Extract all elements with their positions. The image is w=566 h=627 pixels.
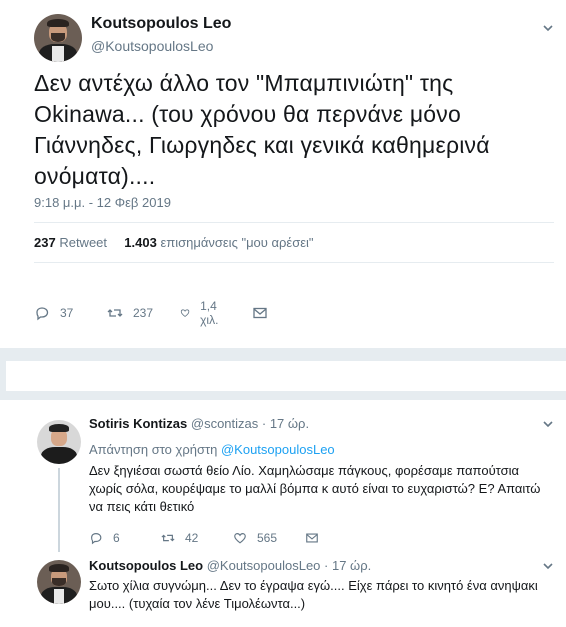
avatar[interactable] xyxy=(37,560,81,604)
reply-header: Koutsopoulos Leo @KoutsopoulosLeo · 17 ώ… xyxy=(89,558,371,573)
retweets-count[interactable]: 237 xyxy=(34,235,56,250)
retweets-label[interactable]: Retweet xyxy=(59,235,107,250)
chevron-down-icon[interactable] xyxy=(542,418,554,430)
author-handle[interactable]: @scontizas xyxy=(191,416,258,431)
like-button[interactable]: 1,4 χιλ. xyxy=(180,299,224,327)
replying-to: Απάντηση στο χρήστη @KoutsopoulosLeo xyxy=(89,442,335,457)
like-count: 565 xyxy=(257,531,278,545)
avatar[interactable] xyxy=(34,14,82,62)
author-handle[interactable]: @KoutsopoulosLeo xyxy=(91,38,213,54)
heart-icon xyxy=(234,533,246,544)
retweet-count: 42 xyxy=(185,531,199,545)
divider xyxy=(34,222,554,223)
chevron-down-icon[interactable] xyxy=(542,560,554,572)
reply-button[interactable]: 37 xyxy=(34,303,73,323)
main-tweet: Koutsopoulos Leo @KoutsopoulosLeo Δεν αν… xyxy=(0,0,566,348)
reply-button[interactable]: 6 xyxy=(89,528,120,548)
retweet-button[interactable]: 42 xyxy=(161,528,198,548)
direct-message-button[interactable] xyxy=(252,303,268,323)
reply-icon xyxy=(36,307,49,321)
replying-to-label: Απάντηση στο χρήστη xyxy=(89,442,218,457)
like-button[interactable] xyxy=(233,622,247,627)
like-count: 1,4 χιλ. xyxy=(200,299,219,327)
likes-count[interactable]: 1.403 xyxy=(124,235,157,250)
reply-text: Δεν ξηγιέσαι σωστά θείο Λίο. Χαμηλώσαμε … xyxy=(89,463,541,514)
like-button[interactable]: 565 xyxy=(233,528,277,548)
tweet-text: Δεν αντέχω άλλο τον "Μπαμπινιώτη" της Ok… xyxy=(34,70,490,189)
reply-box-placeholder[interactable] xyxy=(6,361,566,391)
reply-time[interactable]: · 17 ώρ. xyxy=(262,416,309,431)
likes-label[interactable]: επισημάνσεις "μου αρέσει" xyxy=(160,235,313,250)
replying-to-handle[interactable]: @KoutsopoulosLeo xyxy=(221,442,335,457)
thread-line xyxy=(58,468,60,552)
retweet-button[interactable]: 237 xyxy=(107,303,153,323)
divider xyxy=(34,262,554,263)
reply-count: 37 xyxy=(60,306,74,320)
tweet-timestamp[interactable]: 9:18 μ.μ. - 12 Φεβ 2019 xyxy=(34,195,171,210)
author-name[interactable]: Koutsopoulos Leo xyxy=(89,558,203,573)
reply-header: Sotiris Kontizas @scontizas · 17 ώρ. xyxy=(89,416,309,431)
retweet-count: 237 xyxy=(133,306,154,320)
reply-icon xyxy=(91,533,102,545)
direct-message-button[interactable] xyxy=(305,528,319,548)
reply-count: 6 xyxy=(113,531,120,545)
retweet-icon xyxy=(161,534,175,542)
reply-time[interactable]: · 17 ώρ. xyxy=(324,558,371,573)
tweet-stats: 237 Retweet 1.403 επισημάνσεις "μου αρέσ… xyxy=(34,235,314,250)
reply-button[interactable] xyxy=(89,622,103,627)
envelope-icon xyxy=(253,307,267,319)
avatar[interactable] xyxy=(37,420,81,464)
author-name[interactable]: Sotiris Kontizas xyxy=(89,416,187,431)
reply-tweet[interactable]: Koutsopoulos Leo @KoutsopoulosLeo · 17 ώ… xyxy=(0,552,566,627)
author-handle[interactable]: @KoutsopoulosLeo xyxy=(207,558,321,573)
retweet-button[interactable] xyxy=(161,622,175,627)
author-name[interactable]: Koutsopoulos Leo xyxy=(91,15,231,33)
heart-icon xyxy=(180,309,190,317)
reply-tweet[interactable]: Sotiris Kontizas @scontizas · 17 ώρ. Απά… xyxy=(0,400,566,552)
envelope-icon xyxy=(306,533,318,543)
retweet-icon xyxy=(107,309,123,317)
reply-text: Σωτο χίλια συγνώμη... Δεν το έγραψα εγώ.… xyxy=(89,578,538,611)
chevron-down-icon[interactable] xyxy=(542,22,554,34)
